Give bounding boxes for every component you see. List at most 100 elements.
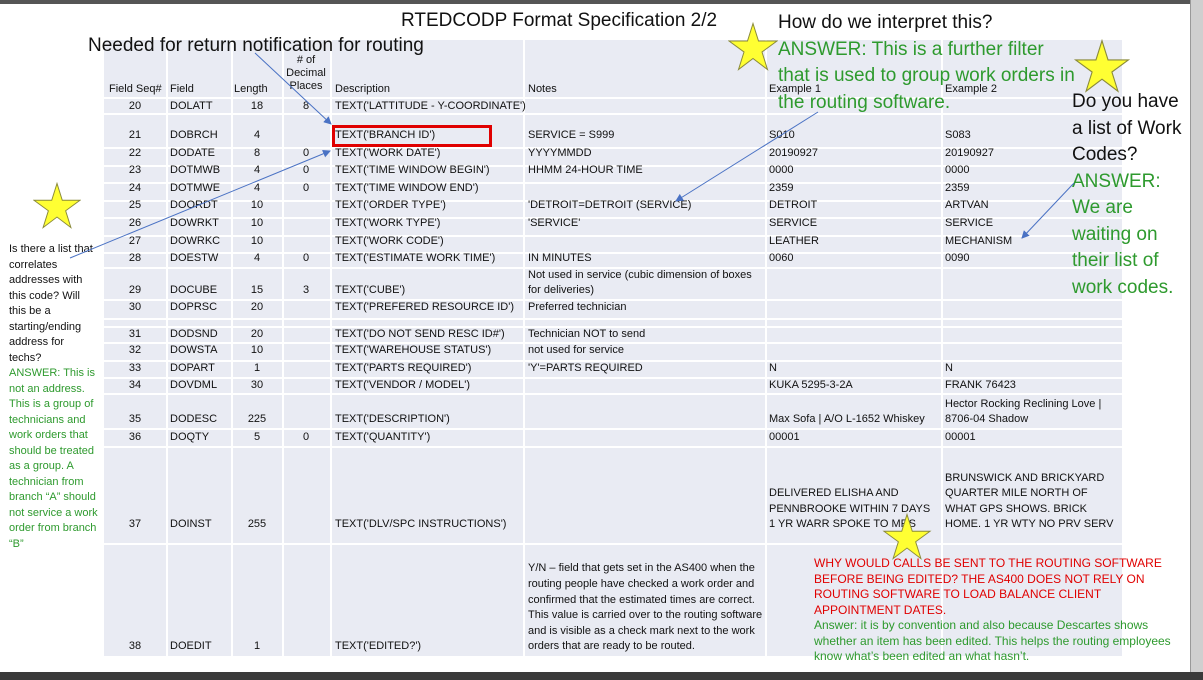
cell-notes: HHMM 24-HOUR TIME — [528, 164, 643, 177]
cell-seq: 32 — [128, 344, 142, 357]
header-field: Field — [170, 83, 194, 95]
cell-notes: not used for service — [528, 344, 624, 357]
cell-description: TEXT('LATTITUDE - Y-COORDINATE') — [335, 100, 526, 113]
cell-decimal: 0 — [302, 164, 310, 177]
cell-field: DOINST — [170, 518, 212, 531]
cell-notes: Not used in service (cubic dimension of … — [528, 268, 752, 297]
header-description: Description — [335, 83, 391, 95]
cell-example1: SERVICE — [769, 217, 818, 230]
routing-note: Needed for return notification for routi… — [88, 35, 424, 56]
cell-notes: 'SERVICE' — [528, 217, 581, 230]
window-bottom-edge — [0, 672, 1203, 680]
interpret-answer: ANSWER: This is a further filter that is… — [778, 38, 1075, 113]
cell-description: TEXT('DLV/SPC INSTRUCTIONS') — [335, 518, 507, 531]
cell-notes: Preferred technician — [528, 301, 627, 314]
list-answer: ANSWER: We are waiting on their list of … — [1072, 170, 1174, 298]
star-icon — [728, 22, 778, 71]
vertical-scrollbar[interactable] — [1190, 0, 1203, 680]
cell-description: TEXT('VENDOR / MODEL') — [335, 379, 470, 392]
cell-length: 225 — [247, 413, 267, 426]
cell-decimal: 0 — [302, 252, 310, 265]
cell-seq: 27 — [128, 235, 142, 248]
column-divider — [166, 40, 168, 656]
cell-seq: 31 — [128, 328, 142, 341]
cell-notes: IN MINUTES — [528, 252, 592, 265]
cell-length: 10 — [250, 235, 264, 248]
cell-length: 1 — [253, 362, 261, 375]
row-divider — [104, 543, 1122, 545]
header-length: Length — [234, 83, 268, 95]
cell-notes: 'Y'=PARTS REQUIRED — [528, 362, 643, 375]
cell-field: DOVDML — [170, 379, 218, 392]
cell-seq: 33 — [128, 362, 142, 375]
cell-length: 4 — [253, 164, 261, 177]
cell-example1: 0060 — [769, 252, 794, 265]
branch-id-highlight — [332, 125, 492, 147]
cell-field: DODSND — [170, 328, 218, 341]
cell-length: 255 — [247, 518, 267, 531]
cell-seq: 26 — [128, 217, 142, 230]
cell-length: 5 — [253, 431, 261, 444]
star-icon — [1073, 39, 1131, 93]
cell-notes: Y/N – field that gets set in the AS400 w… — [528, 562, 763, 653]
cell-description: TEXT('WORK DATE') — [335, 147, 441, 160]
cell-description: TEXT('TIME WINDOW END') — [335, 182, 479, 195]
cell-length: 4 — [253, 129, 261, 142]
bottom-answer: Answer: it is by convention and also bec… — [814, 618, 1171, 663]
cell-seq: 38 — [128, 640, 142, 653]
cell-seq: 24 — [128, 182, 142, 195]
cell-example2: N — [945, 362, 953, 375]
branch-callout: Is there a list that correlates addresse… — [9, 242, 99, 552]
window-top-edge — [0, 0, 1203, 4]
star-icon — [882, 513, 932, 560]
row-divider — [104, 318, 1122, 320]
cell-seq: 22 — [128, 147, 142, 160]
cell-decimal: 0 — [302, 147, 310, 160]
cell-seq: 29 — [128, 284, 142, 297]
cell-seq: 30 — [128, 301, 142, 314]
cell-seq: 28 — [128, 252, 142, 265]
cell-example2: BRUNSWICK AND BRICKYARD QUARTER MILE NOR… — [945, 471, 1114, 531]
cell-length: 4 — [253, 182, 261, 195]
cell-field: DOTMWE — [170, 182, 221, 195]
cell-length: 10 — [250, 344, 264, 357]
cell-description: TEXT('PARTS REQUIRED') — [335, 362, 472, 375]
cell-field: DODATE — [170, 147, 216, 160]
header-decimal: # of Decimal Places — [286, 54, 326, 92]
cell-description: TEXT('ORDER TYPE') — [335, 199, 446, 212]
cell-notes: Technician NOT to send — [528, 328, 646, 341]
cell-seq: 25 — [128, 199, 142, 212]
cell-seq: 36 — [128, 431, 142, 444]
cell-length: 10 — [250, 199, 264, 212]
header-notes: Notes — [528, 83, 557, 95]
cell-description: TEXT('TIME WINDOW BEGIN') — [335, 164, 490, 177]
list-question: Do you have a list of Work Codes? — [1072, 91, 1182, 165]
cell-field: DOESTW — [170, 252, 219, 265]
cell-example1: Max Sofa | A/O L-1652 Whiskey — [769, 413, 925, 426]
cell-example2: 00001 — [945, 431, 976, 444]
cell-example1: 00001 — [769, 431, 800, 444]
cell-example1: 2359 — [769, 182, 794, 195]
row-divider — [104, 446, 1122, 448]
cell-description: TEXT('ESTIMATE WORK TIME') — [335, 252, 496, 265]
cell-description: TEXT('WORK TYPE') — [335, 217, 441, 230]
cell-description: TEXT('QUANTITY') — [335, 431, 431, 444]
header-seq: Field Seq# — [109, 83, 162, 95]
cell-seq: 23 — [128, 164, 142, 177]
cell-field: DOPRSC — [170, 301, 218, 314]
cell-example1: N — [769, 362, 777, 375]
cell-seq: 34 — [128, 379, 142, 392]
cell-description: TEXT('PREFERED RESOURCE ID') — [335, 301, 514, 314]
cell-seq: 20 — [128, 100, 142, 113]
cell-length: 20 — [250, 328, 264, 341]
cell-length: 30 — [250, 379, 264, 392]
page-title: RTEDCODP Format Specification 2/2 — [401, 10, 718, 31]
interpret-callout: How do we interpret this? ANSWER: This is… — [778, 10, 1078, 116]
bottom-question: WHY WOULD CALLS BE SENT TO THE ROUTING S… — [814, 556, 1162, 617]
cell-example1: S010 — [769, 129, 795, 142]
cell-length: 10 — [250, 217, 264, 230]
cell-length: 15 — [250, 284, 264, 297]
cell-decimal: 8 — [302, 100, 310, 113]
cell-description: TEXT('WAREHOUSE STATUS') — [335, 344, 492, 357]
cell-example1: DETROIT — [769, 199, 818, 212]
